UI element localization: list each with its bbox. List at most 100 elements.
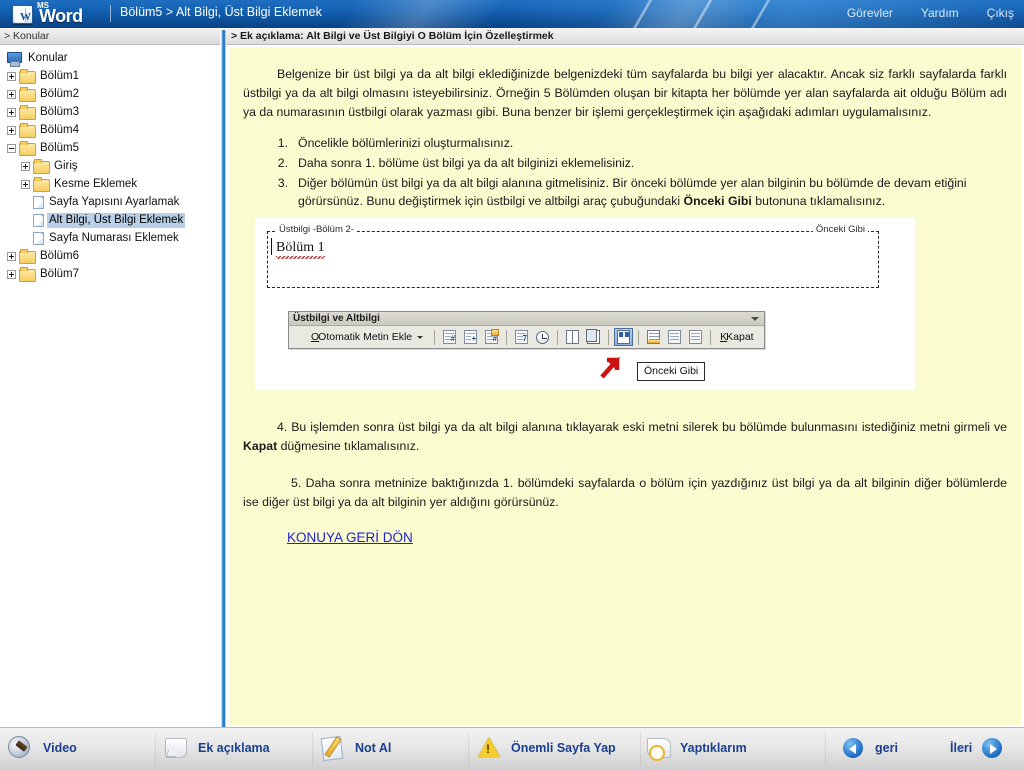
- back-label: geri: [875, 741, 898, 755]
- history-button[interactable]: Yaptıklarım: [645, 734, 747, 762]
- insert-date-button[interactable]: 7: [512, 328, 531, 346]
- insert-number-of-pages-button[interactable]: +: [461, 328, 480, 346]
- toolbar-separator: [638, 329, 640, 345]
- back-button[interactable]: geri: [840, 734, 898, 762]
- header-divider: [110, 5, 111, 22]
- sidebar-item-label: Bölüm3: [40, 105, 79, 118]
- folder-icon: [33, 159, 50, 174]
- paragraph-step4: 4. Bu işlemden sonra üst bilgi ya da alt…: [243, 418, 1007, 456]
- vertical-divider: [221, 30, 226, 727]
- mark-important-label: Önemli Sayfa Yap: [511, 741, 616, 755]
- sidebar-item-sayfa-yapisini-ayarlamak[interactable]: Sayfa Yapısını Ayarlamak: [4, 193, 220, 211]
- step3-text-after: butonuna tıklamalısınız.: [751, 194, 886, 208]
- sidebar-item-bolum4[interactable]: Bölüm4: [4, 121, 220, 139]
- forward-label: İleri: [950, 741, 973, 755]
- sidebar-item-label: Sayfa Numarası Eklemek: [49, 231, 179, 244]
- show-previous-button[interactable]: [665, 328, 684, 346]
- content-header-label: > Ek açıklama: Alt Bilgi ve Üst Bilgiyi …: [226, 28, 1024, 45]
- list-item: 3. Diğer bölümün üst bilgi ya da alt bil…: [243, 174, 1007, 210]
- word-screenshot-illustration: Üstbilgi -Bölüm 2- Önceki Gibi Bölüm 1 Ü…: [255, 218, 915, 390]
- show-hide-document-text-button[interactable]: [584, 328, 603, 346]
- video-button[interactable]: Video: [8, 734, 77, 762]
- sidebar-item-bolum3[interactable]: Bölüm3: [4, 103, 220, 121]
- insert-time-button[interactable]: [533, 328, 552, 346]
- expand-icon[interactable]: [7, 269, 16, 279]
- sidebar-panel: Konular Bölüm1 Bölüm2 Bölüm3 Bölüm4 Bölü…: [0, 45, 220, 727]
- ms-word-logo: MS Word: [12, 1, 83, 26]
- format-page-number-button[interactable]: #: [482, 328, 501, 346]
- video-label: Video: [43, 741, 77, 755]
- folder-icon: [19, 123, 36, 138]
- tree-root-label: Konular: [28, 51, 68, 64]
- expand-icon[interactable]: [7, 251, 16, 261]
- computer-icon: [7, 51, 22, 67]
- take-note-icon: [320, 734, 348, 762]
- forward-arrow-icon: [979, 734, 1007, 762]
- expand-icon[interactable]: [21, 161, 30, 171]
- format-page-number-icon: #: [485, 329, 500, 344]
- show-previous-icon: [668, 330, 682, 344]
- autotext-dropdown[interactable]: OOtomatik Metin Ekle: [293, 331, 429, 343]
- sidebar-item-sayfa-numarasi-eklemek[interactable]: Sayfa Numarası Eklemek: [4, 229, 220, 247]
- callout-onceki-gibi-button[interactable]: Önceki Gibi: [637, 362, 706, 381]
- tree-root-konular[interactable]: Konular: [4, 49, 220, 67]
- content-panel: Belgenize bir üst bilgi ya da alt bilgi …: [229, 47, 1021, 725]
- topic-tree: Konular Bölüm1 Bölüm2 Bölüm3 Bölüm4 Bölü…: [0, 45, 220, 283]
- page-setup-button[interactable]: [563, 328, 582, 346]
- paragraph-step4-after: düğmesine tıklamalısınız.: [277, 439, 420, 453]
- page-setup-icon: [566, 330, 580, 344]
- list-item: 2. Daha sonra 1. bölüme üst bilgi ya da …: [243, 154, 1007, 172]
- toolbar-buttons-row: OOtomatik Metin Ekle # + # 7 KKapat: [289, 326, 764, 348]
- header-footer-toolbar: Üstbilgi ve Altbilgi OOtomatik Metin Ekl…: [288, 311, 765, 349]
- switch-header-footer-button[interactable]: [644, 328, 663, 346]
- paragraph-step4-before: 4. Bu işlemden sonra üst bilgi ya da alt…: [277, 420, 1007, 434]
- sidebar-item-kesme-eklemek[interactable]: Kesme Eklemek: [4, 175, 220, 193]
- step-number: 1.: [277, 136, 288, 150]
- nav-yardim[interactable]: Yardım: [921, 6, 959, 20]
- back-to-topic-link[interactable]: KONUYA GERİ DÖN: [287, 530, 413, 545]
- history-label: Yaptıklarım: [680, 741, 747, 755]
- chevron-down-icon[interactable]: [751, 317, 759, 321]
- word-document-icon: [12, 4, 33, 24]
- sidebar-item-giris[interactable]: Giriş: [4, 157, 220, 175]
- paragraph-step4-bold: Kapat: [243, 439, 278, 453]
- top-header-bar: MS Word Bölüm5 > Alt Bilgi, Üst Bilgi Ek…: [0, 0, 1024, 28]
- expand-icon[interactable]: [7, 125, 16, 135]
- expand-icon[interactable]: [7, 89, 16, 99]
- show-next-button[interactable]: [686, 328, 705, 346]
- red-arrow-icon: [600, 357, 620, 379]
- collapse-icon[interactable]: [7, 143, 16, 153]
- mark-important-button[interactable]: Önemli Sayfa Yap: [476, 734, 616, 762]
- sidebar-item-bolum7[interactable]: Bölüm7: [4, 265, 220, 283]
- sidebar-item-alt-bilgi-ust-bilgi-eklemek[interactable]: Alt Bilgi, Üst Bilgi Eklemek: [4, 211, 220, 229]
- expand-icon[interactable]: [7, 71, 16, 81]
- same-as-previous-button[interactable]: [614, 328, 634, 346]
- insert-page-number-button[interactable]: #: [440, 328, 459, 346]
- annotation-icon: [163, 734, 191, 762]
- expand-icon[interactable]: [7, 107, 16, 117]
- header-swoosh-1: [305, 0, 525, 28]
- step-text: Daha sonra 1. bölüme üst bilgi ya da alt…: [298, 156, 635, 170]
- sidebar-item-label: Bölüm4: [40, 123, 79, 136]
- forward-button[interactable]: İleri: [950, 734, 1007, 762]
- annotation-button[interactable]: Ek açıklama: [163, 734, 270, 762]
- toolbar-title-bar[interactable]: Üstbilgi ve Altbilgi: [289, 312, 764, 326]
- toolbar-close-button[interactable]: KKapat: [720, 331, 753, 343]
- nav-gorevler[interactable]: Görevler: [847, 6, 893, 20]
- take-note-button[interactable]: Not Al: [320, 734, 391, 762]
- nav-cikis[interactable]: Çıkış: [987, 6, 1014, 20]
- page-icon: [33, 195, 44, 209]
- sidebar-item-bolum2[interactable]: Bölüm2: [4, 85, 220, 103]
- sidebar-item-label: Bölüm6: [40, 249, 79, 262]
- expand-icon[interactable]: [21, 179, 30, 189]
- autotext-label: Otomatik Metin Ekle: [318, 331, 413, 343]
- sidebar-item-bolum5[interactable]: Bölüm5: [4, 139, 220, 157]
- sidebar-item-bolum6[interactable]: Bölüm6: [4, 247, 220, 265]
- folder-icon: [19, 69, 36, 84]
- list-item: 1. Öncelikle bölümlerinizi oluşturmalısı…: [243, 134, 1007, 152]
- page-icon: [33, 231, 44, 245]
- toolbar-title: Üstbilgi ve Altbilgi: [293, 313, 380, 324]
- sidebar-item-bolum1[interactable]: Bölüm1: [4, 67, 220, 85]
- header-area-box: Üstbilgi -Bölüm 2- Önceki Gibi Bölüm 1: [267, 224, 879, 288]
- content-body: Belgenize bir üst bilgi ya da alt bilgi …: [229, 47, 1021, 547]
